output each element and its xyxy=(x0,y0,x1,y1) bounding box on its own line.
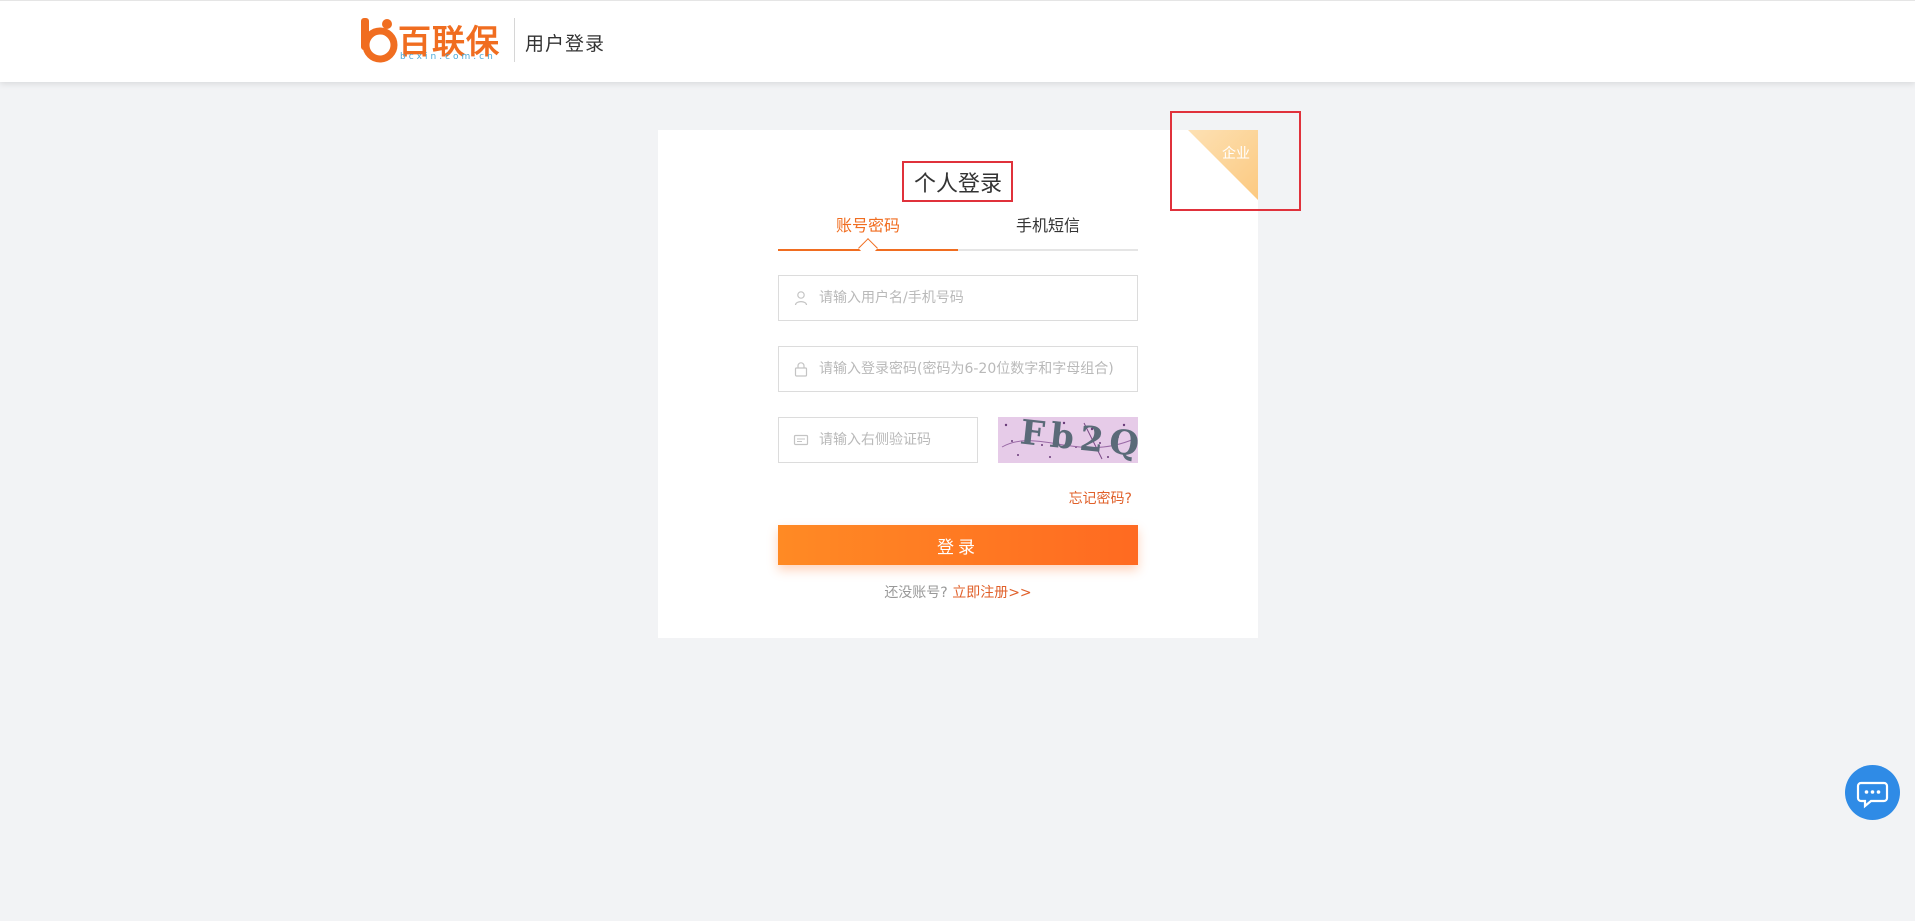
captcha-image[interactable]: Fb2Q xyxy=(998,417,1138,463)
login-button[interactable]: 登录 xyxy=(778,525,1138,565)
top-header: 百联保 bcxin.com.cn 用户登录 xyxy=(0,0,1915,82)
logo-icon xyxy=(361,18,398,63)
login-card: 个人登录 账号密码 手机短信 请输入用户名/手机号码 请输入右侧验证码 Fb2Q… xyxy=(658,130,1258,638)
captcha-field xyxy=(778,417,978,463)
tab-sms[interactable]: 手机短信 xyxy=(958,212,1138,252)
login-tabs: 账号密码 手机短信 xyxy=(778,212,1138,252)
chat-icon xyxy=(1856,781,1889,809)
captcha-card-icon xyxy=(793,434,809,446)
password-field xyxy=(778,346,1138,392)
page-title: 用户登录 xyxy=(525,33,606,55)
password-input[interactable] xyxy=(819,347,1129,391)
logo-url: bcxin.com.cn xyxy=(400,52,496,62)
username-field xyxy=(778,275,1138,321)
username-input[interactable] xyxy=(819,276,1129,320)
header-divider xyxy=(514,18,515,62)
user-icon xyxy=(794,291,808,306)
forgot-password-link[interactable]: 忘记密码? xyxy=(1069,488,1132,508)
logo[interactable]: 百联保 bcxin.com.cn xyxy=(358,16,500,66)
register-line: 还没账号? 立即注册>> xyxy=(658,582,1258,602)
lock-icon xyxy=(794,362,808,377)
register-prompt: 还没账号? xyxy=(884,585,948,601)
chat-button[interactable] xyxy=(1845,765,1900,820)
register-link[interactable]: 立即注册>> xyxy=(952,585,1031,601)
captcha-input[interactable] xyxy=(819,418,969,462)
corner-highlight-box xyxy=(1170,111,1301,211)
title-highlight-box xyxy=(902,161,1013,202)
